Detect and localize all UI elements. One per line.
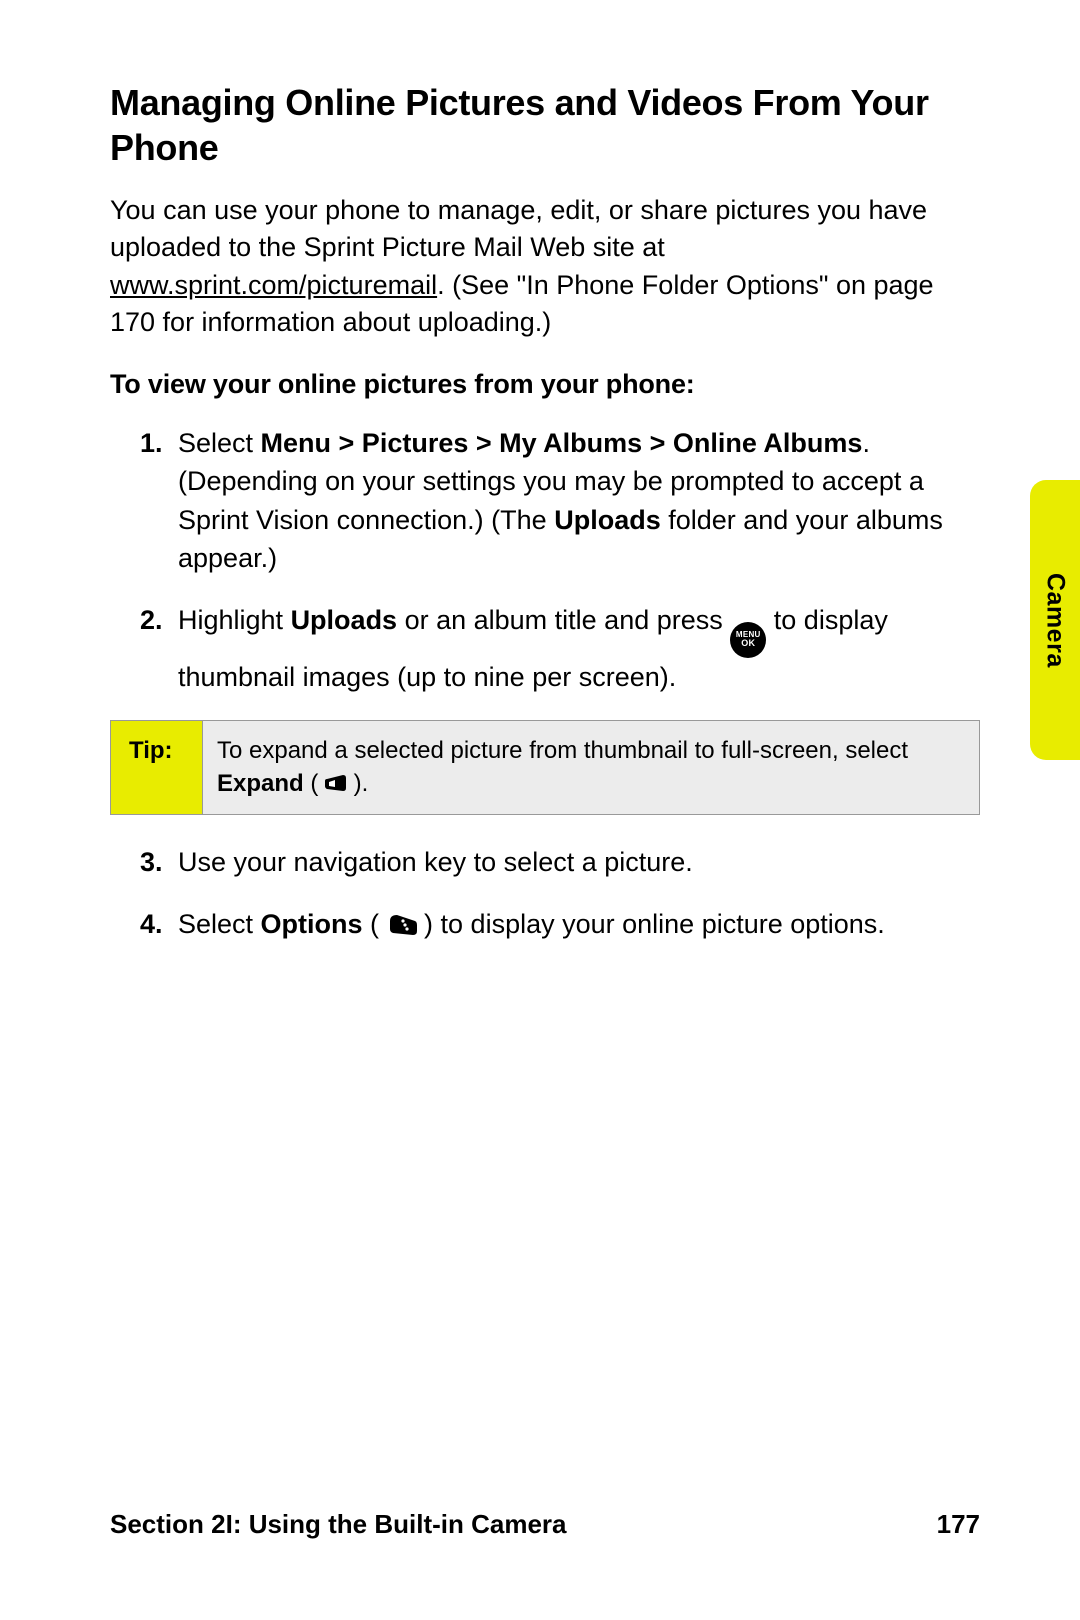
footer-page-number: 177 bbox=[937, 1509, 980, 1540]
expand-label: Expand bbox=[217, 770, 304, 797]
intro-text-1: You can use your phone to manage, edit, … bbox=[110, 195, 927, 262]
section-heading: Managing Online Pictures and Videos From… bbox=[110, 80, 980, 170]
uploads-label: Uploads bbox=[554, 505, 661, 535]
step-text: Use your navigation key to select a pict… bbox=[178, 847, 693, 877]
step-number: 3. bbox=[140, 843, 163, 881]
step-2: 2. Highlight Uploads or an album title a… bbox=[178, 601, 980, 696]
tip-text: ). bbox=[347, 770, 368, 797]
procedure-subheading: To view your online pictures from your p… bbox=[110, 369, 980, 400]
uploads-label: Uploads bbox=[291, 605, 398, 635]
tip-label: Tip: bbox=[111, 721, 203, 814]
intro-paragraph: You can use your phone to manage, edit, … bbox=[110, 192, 980, 341]
step-number: 2. bbox=[140, 601, 163, 639]
step-number: 1. bbox=[140, 424, 163, 462]
footer-section: Section 2I: Using the Built-in Camera bbox=[110, 1509, 567, 1540]
step-number: 4. bbox=[140, 905, 163, 943]
step-3: 3. Use your navigation key to select a p… bbox=[178, 843, 980, 881]
tip-box: Tip: To expand a selected picture from t… bbox=[110, 720, 980, 815]
step-text: Select bbox=[178, 428, 261, 458]
step-4: 4. Select Options ( ) to display your on… bbox=[178, 905, 980, 943]
side-tab-label: Camera bbox=[1041, 573, 1070, 668]
tip-text: To expand a selected picture from thumbn… bbox=[217, 737, 908, 764]
picturemail-url: www.sprint.com/picturemail bbox=[110, 270, 437, 300]
expand-icon bbox=[325, 775, 347, 793]
tip-text: ( bbox=[304, 770, 325, 797]
step-text: ( bbox=[363, 909, 387, 939]
step-text: Select bbox=[178, 909, 261, 939]
options-label: Options bbox=[261, 909, 363, 939]
step-text: Highlight bbox=[178, 605, 291, 635]
menu-ok-button-icon: MENU OK bbox=[730, 622, 766, 658]
page-content: Managing Online Pictures and Videos From… bbox=[0, 0, 1080, 944]
tip-container: Tip: To expand a selected picture from t… bbox=[178, 720, 980, 815]
ok-label: OK bbox=[741, 639, 755, 648]
tip-content: To expand a selected picture from thumbn… bbox=[203, 721, 979, 814]
menu-path: Menu > Pictures > My Albums > Online Alb… bbox=[261, 428, 863, 458]
page-footer: Section 2I: Using the Built-in Camera 17… bbox=[110, 1509, 980, 1540]
step-text: or an album title and press bbox=[397, 605, 730, 635]
step-1: 1. Select Menu > Pictures > My Albums > … bbox=[178, 424, 980, 577]
step-text: ) to display your online picture options… bbox=[417, 909, 885, 939]
procedure-steps: 1. Select Menu > Pictures > My Albums > … bbox=[110, 424, 980, 944]
options-softkey-icon bbox=[387, 911, 417, 937]
section-side-tab: Camera bbox=[1030, 480, 1080, 760]
